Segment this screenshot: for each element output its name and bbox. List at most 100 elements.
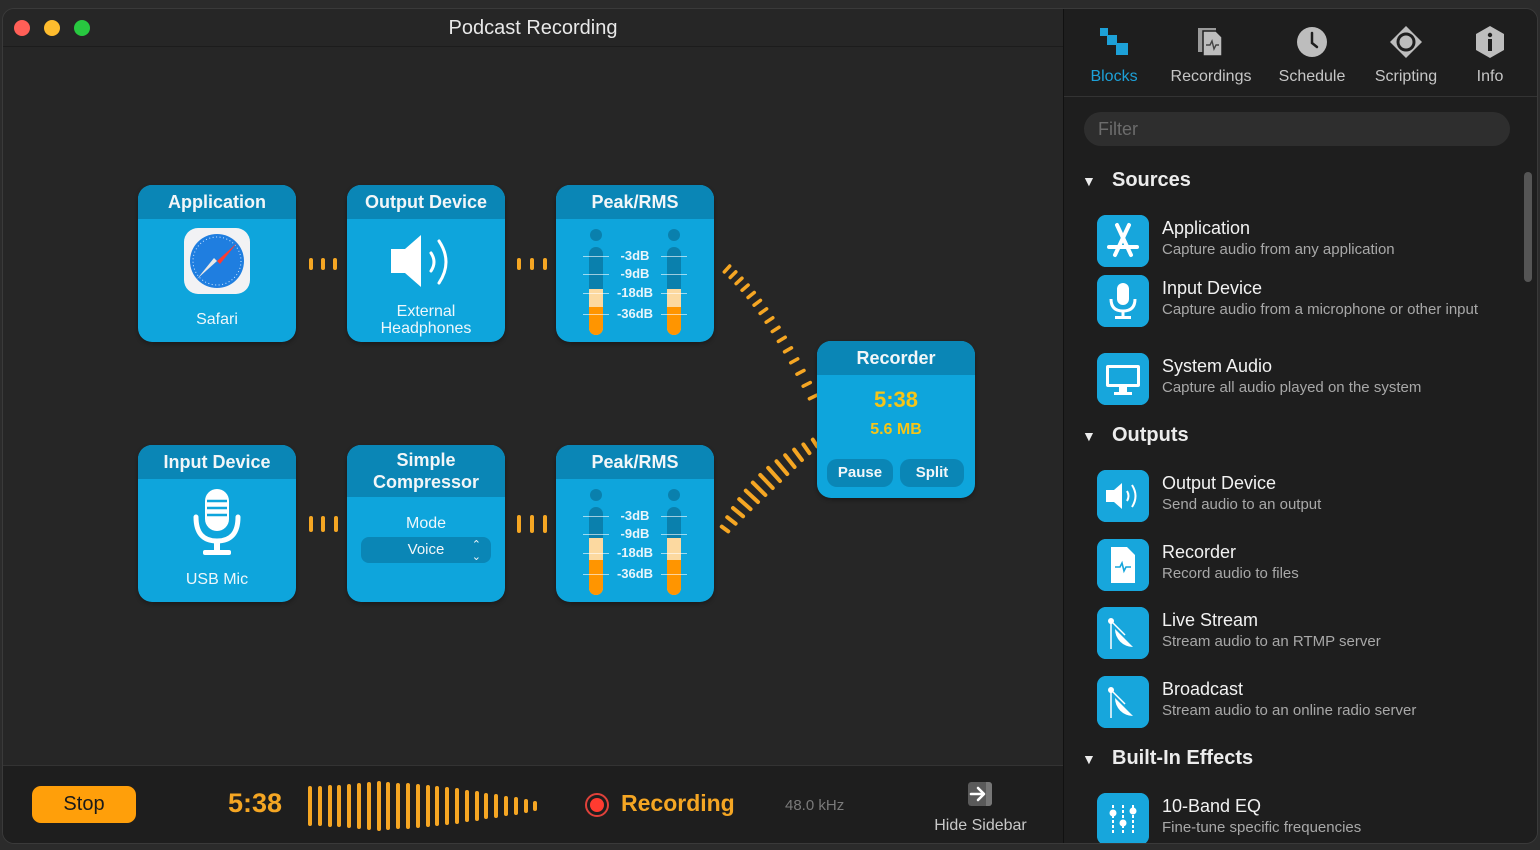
- pause-button[interactable]: Pause: [827, 459, 893, 487]
- peak-rms-block-top[interactable]: Peak/RMS -3dB -9dB -18dB -36dB: [556, 185, 714, 342]
- wire-input-to-compressor: [309, 516, 338, 532]
- level-meter: -3dB -9dB -18dB -36dB: [556, 479, 714, 602]
- meter-tick: [661, 314, 687, 315]
- title-bar: Podcast Recording: [3, 9, 1063, 47]
- waveform-bar: [425, 785, 430, 827]
- chevron-down-icon: ▼: [1082, 173, 1096, 189]
- section-sources[interactable]: ▼ Sources: [1082, 169, 1191, 199]
- tab-label: Schedule: [1278, 68, 1346, 85]
- waveform-bar: [415, 784, 420, 828]
- wire-dash: [743, 488, 760, 504]
- chevron-down-icon: ▼: [1082, 751, 1096, 767]
- waveform-bar: [396, 783, 401, 829]
- item-description: Fine-tune specific frequencies: [1162, 819, 1362, 836]
- info-icon: [1476, 26, 1504, 58]
- tab-info[interactable]: Info: [1462, 23, 1518, 93]
- tab-label: Info: [1476, 68, 1504, 85]
- wire-dash: [722, 264, 732, 274]
- blocks-icon: [1100, 28, 1128, 55]
- sidebar-scrollbar[interactable]: [1524, 172, 1532, 282]
- db-scale-label: -36dB: [616, 566, 654, 581]
- wire-peak-bottom-to-recorder: [719, 437, 820, 534]
- blocks-canvas[interactable]: Application Safari Output Device Externa…: [3, 47, 1063, 765]
- wire-dash: [801, 442, 812, 456]
- equalizer-sliders-icon: [1097, 793, 1149, 843]
- block-title: Input Device: [138, 445, 296, 479]
- window-title: Podcast Recording: [3, 17, 1063, 40]
- mode-select[interactable]: Voice ⌃ ⌄: [361, 537, 491, 563]
- monitor-icon: [1097, 353, 1149, 405]
- block-label: USB Mic: [185, 571, 249, 588]
- item-description: Stream audio to an RTMP server: [1162, 633, 1381, 650]
- microphone-icon: [1097, 275, 1149, 327]
- section-outputs[interactable]: ▼ Outputs: [1082, 424, 1189, 454]
- waveform-bar: [523, 799, 528, 813]
- meter-tick: [661, 274, 687, 275]
- waveform-bar: [504, 796, 508, 816]
- output-device-block[interactable]: Output Device External Headphones: [347, 185, 505, 342]
- block-title: Peak/RMS: [556, 185, 714, 219]
- tab-recordings[interactable]: Recordings: [1164, 23, 1258, 93]
- tab-scripting[interactable]: Scripting: [1364, 23, 1448, 93]
- tab-label: Blocks: [1090, 68, 1138, 85]
- block-label: Safari: [196, 311, 238, 328]
- section-built-in-effects[interactable]: ▼ Built-In Effects: [1082, 747, 1253, 777]
- window-title-text: Podcast Recording: [448, 17, 618, 39]
- filter-input[interactable]: [1084, 112, 1510, 146]
- db-scale-label: -3dB: [620, 248, 650, 263]
- db-scale-label: -9dB: [620, 526, 650, 541]
- record-indicator-icon: [585, 793, 609, 817]
- item-title: Live Stream: [1162, 610, 1259, 630]
- recorder-elapsed-time: 5:38: [873, 387, 919, 412]
- meter-tick: [661, 256, 687, 257]
- wire-compressor-to-peak-bottom: [517, 515, 547, 533]
- sidebar-toolbar: Blocks Recordings Schedule Scripting Inf…: [1064, 9, 1537, 97]
- simple-compressor-block[interactable]: Simple Compressor Mode Voice ⌃ ⌄: [347, 445, 505, 602]
- elapsed-time: 5:38: [228, 788, 283, 818]
- hide-sidebar-button[interactable]: Hide Sidebar: [923, 780, 1038, 840]
- main-area: Podcast Recording Application Safari Out…: [3, 9, 1063, 843]
- item-title: System Audio: [1162, 356, 1273, 376]
- chevron-down-icon: ▼: [1082, 428, 1096, 444]
- block-title: Application: [138, 185, 296, 219]
- wire-dash: [795, 368, 806, 376]
- waveform-bar: [513, 797, 518, 815]
- app-store-icon: [1097, 215, 1149, 267]
- waveform-bar: [357, 783, 361, 829]
- meter-tick: [661, 534, 687, 535]
- item-title: 10-Band EQ: [1162, 796, 1262, 816]
- wire-dash: [770, 325, 781, 334]
- waveform-bar: [455, 788, 459, 824]
- sidebar-arrow-icon: [968, 782, 992, 806]
- wire-dash: [782, 346, 794, 354]
- wire-dash: [766, 465, 782, 484]
- split-button[interactable]: Split: [900, 459, 964, 487]
- meter-tick: [583, 534, 609, 535]
- stop-button[interactable]: Stop: [32, 786, 136, 823]
- waveform-bar: [317, 786, 322, 826]
- wire-dash: [758, 307, 769, 316]
- mode-label: Mode: [405, 515, 447, 532]
- waveform-bar: [484, 793, 489, 819]
- db-scale-label: -18dB: [616, 545, 654, 560]
- block-title: Output Device: [347, 185, 505, 219]
- tab-schedule[interactable]: Schedule: [1268, 23, 1356, 93]
- peak-hold-dot: [668, 489, 680, 501]
- section-title: Outputs: [1112, 424, 1189, 446]
- item-description: Capture audio from any application: [1162, 241, 1395, 258]
- recorder-block[interactable]: Recorder 5:38 5.6 MB Pause Split: [817, 341, 975, 498]
- meter-tick: [583, 516, 609, 517]
- block-title-line2: Compressor: [372, 472, 480, 492]
- input-device-block[interactable]: Input Device USB Mic: [138, 445, 296, 602]
- block-title: Peak/RMS: [556, 445, 714, 479]
- block-body: Mode Voice ⌃ ⌄: [347, 497, 505, 602]
- clock-icon: [1297, 27, 1327, 57]
- application-block[interactable]: Application Safari: [138, 185, 296, 342]
- peak-rms-block-bottom[interactable]: Peak/RMS -3dB -9dB -18dB -36dB: [556, 445, 714, 602]
- tab-blocks[interactable]: Blocks: [1074, 23, 1154, 93]
- meter-tick: [583, 553, 609, 554]
- rms-level: [589, 306, 603, 335]
- waveform-bar: [406, 783, 410, 829]
- rms-level: [667, 306, 681, 335]
- block-label-line2: Headphones: [380, 320, 472, 337]
